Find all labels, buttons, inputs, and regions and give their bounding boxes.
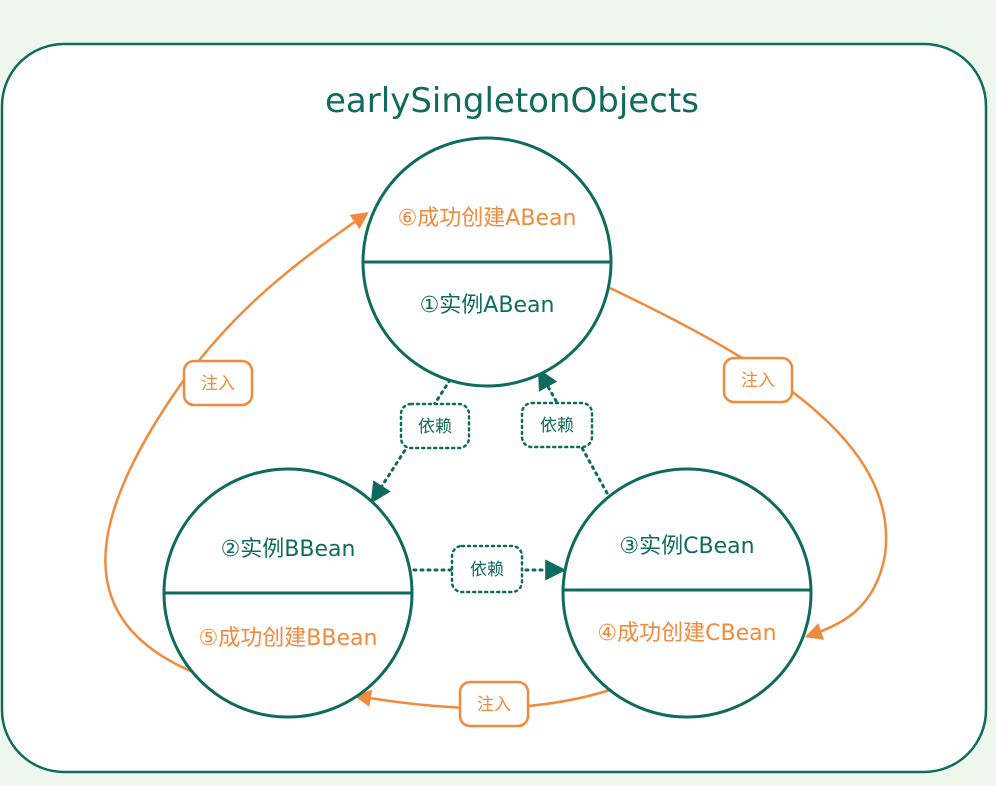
node-a-top-label: ⑥成功创建ABean bbox=[398, 206, 577, 231]
node-b: ②实例BBean ⑤成功创建BBean bbox=[162, 467, 414, 719]
diagram-svg: earlySingletonObjects ⑥成功创建ABean ①实例ABea… bbox=[0, 42, 988, 774]
depend-badge-a-b-label: 依赖 bbox=[418, 417, 452, 437]
node-a-bottom-label: ①实例ABean bbox=[420, 293, 555, 318]
depend-badge-b-c: 依赖 bbox=[450, 544, 524, 594]
depend-badge-c-a-label: 依赖 bbox=[540, 416, 574, 436]
inject-badge-a-c-label: 注入 bbox=[741, 371, 775, 391]
depend-badge-a-b: 依赖 bbox=[399, 402, 471, 450]
node-c-top-label: ③实例CBean bbox=[619, 534, 754, 559]
inject-badge-b-a: 注入 bbox=[182, 359, 254, 407]
node-a: ⑥成功创建ABean ①实例ABean bbox=[361, 136, 613, 388]
diagram-canvas: earlySingletonObjects ⑥成功创建ABean ①实例ABea… bbox=[0, 0, 996, 782]
node-c: ③实例CBean ④成功创建CBean bbox=[561, 467, 813, 719]
inject-badge-b-a-label: 注入 bbox=[201, 374, 235, 394]
depend-badge-b-c-label: 依赖 bbox=[470, 560, 504, 580]
node-b-bottom-label: ⑤成功创建BBean bbox=[199, 626, 378, 651]
inject-badge-c-b-label: 注入 bbox=[477, 695, 511, 715]
node-c-bottom-label: ④成功创建CBean bbox=[597, 621, 776, 646]
container-title: earlySingletonObjects bbox=[325, 81, 699, 121]
inject-badge-a-c: 注入 bbox=[722, 356, 794, 404]
inject-badge-c-b: 注入 bbox=[458, 680, 530, 728]
depend-badge-c-a: 依赖 bbox=[520, 401, 594, 449]
node-b-top-label: ②实例BBean bbox=[221, 537, 356, 562]
